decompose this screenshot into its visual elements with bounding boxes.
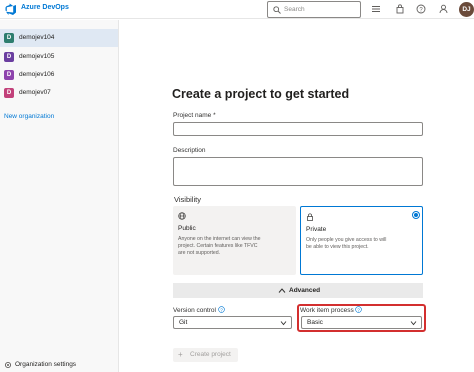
create-project-label: Create project — [190, 351, 231, 358]
help-icon[interactable]: ? — [416, 4, 426, 14]
info-icon[interactable]: ? — [218, 306, 225, 313]
sidebar-item-org[interactable]: D demojev105 — [0, 48, 118, 66]
sidebar: D demojev104 D demojev105 D demojev106 D… — [0, 20, 119, 372]
azure-devops-logo-icon[interactable] — [5, 3, 17, 15]
description-textarea[interactable] — [173, 157, 423, 186]
private-radio-selected[interactable] — [412, 211, 420, 219]
sidebar-item-label: demojev07 — [19, 89, 51, 96]
search-placeholder: Search — [284, 6, 305, 13]
org-badge: D — [4, 70, 14, 80]
visibility-private-option[interactable]: Private Only people you give access to w… — [300, 206, 423, 275]
lock-icon — [307, 213, 313, 221]
gear-icon — [4, 361, 12, 369]
org-badge: D — [4, 88, 14, 98]
person-settings-icon[interactable] — [439, 4, 449, 14]
top-bar: Azure DevOps Search ? DJ — [0, 0, 474, 19]
org-badge: D — [4, 52, 14, 62]
visibility-label: Visibility — [174, 195, 201, 204]
version-control-value: Git — [179, 319, 188, 326]
organization-settings-label: Organization settings — [15, 361, 77, 368]
shopping-bag-icon[interactable] — [395, 4, 405, 14]
advanced-section-toggle[interactable]: Advanced — [173, 283, 423, 298]
list-icon[interactable] — [371, 4, 381, 14]
description-label: Description — [173, 147, 206, 154]
private-description: Only people you give access to will be a… — [306, 237, 387, 250]
chevron-up-icon — [278, 288, 286, 293]
private-title: Private — [306, 226, 327, 233]
project-name-label: Project name * — [173, 112, 216, 119]
sidebar-item-label: demojev106 — [19, 71, 55, 78]
search-icon — [273, 6, 281, 14]
avatar[interactable]: DJ — [459, 2, 474, 17]
version-control-label: Version control — [173, 307, 216, 314]
sidebar-item-org[interactable]: D demojev07 — [0, 84, 118, 102]
version-control-dropdown[interactable]: Git — [173, 316, 292, 329]
search-box[interactable]: Search — [267, 1, 361, 18]
svg-text:?: ? — [220, 307, 223, 312]
new-organization-link[interactable]: New organization — [4, 113, 54, 120]
globe-icon — [178, 212, 186, 220]
create-project-button[interactable]: + Create project — [173, 348, 238, 362]
highlight-box — [297, 304, 426, 332]
sidebar-item-label: demojev105 — [19, 53, 55, 60]
sidebar-item-org[interactable]: D demojev104 — [0, 29, 118, 47]
plus-icon: + — [178, 350, 183, 359]
public-title: Public — [178, 225, 196, 232]
visibility-public-option[interactable]: Public Anyone on the internet can view t… — [173, 206, 296, 275]
org-badge: D — [4, 33, 14, 43]
sidebar-item-org[interactable]: D demojev106 — [0, 66, 118, 84]
project-name-input[interactable] — [173, 122, 423, 136]
sidebar-item-label: demojev104 — [19, 34, 55, 41]
chevron-down-icon — [280, 321, 287, 326]
advanced-label: Advanced — [289, 287, 321, 294]
public-description: Anyone on the internet can view the proj… — [178, 236, 261, 256]
page-title: Create a project to get started — [172, 87, 350, 101]
brand-title[interactable]: Azure DevOps — [21, 4, 69, 11]
